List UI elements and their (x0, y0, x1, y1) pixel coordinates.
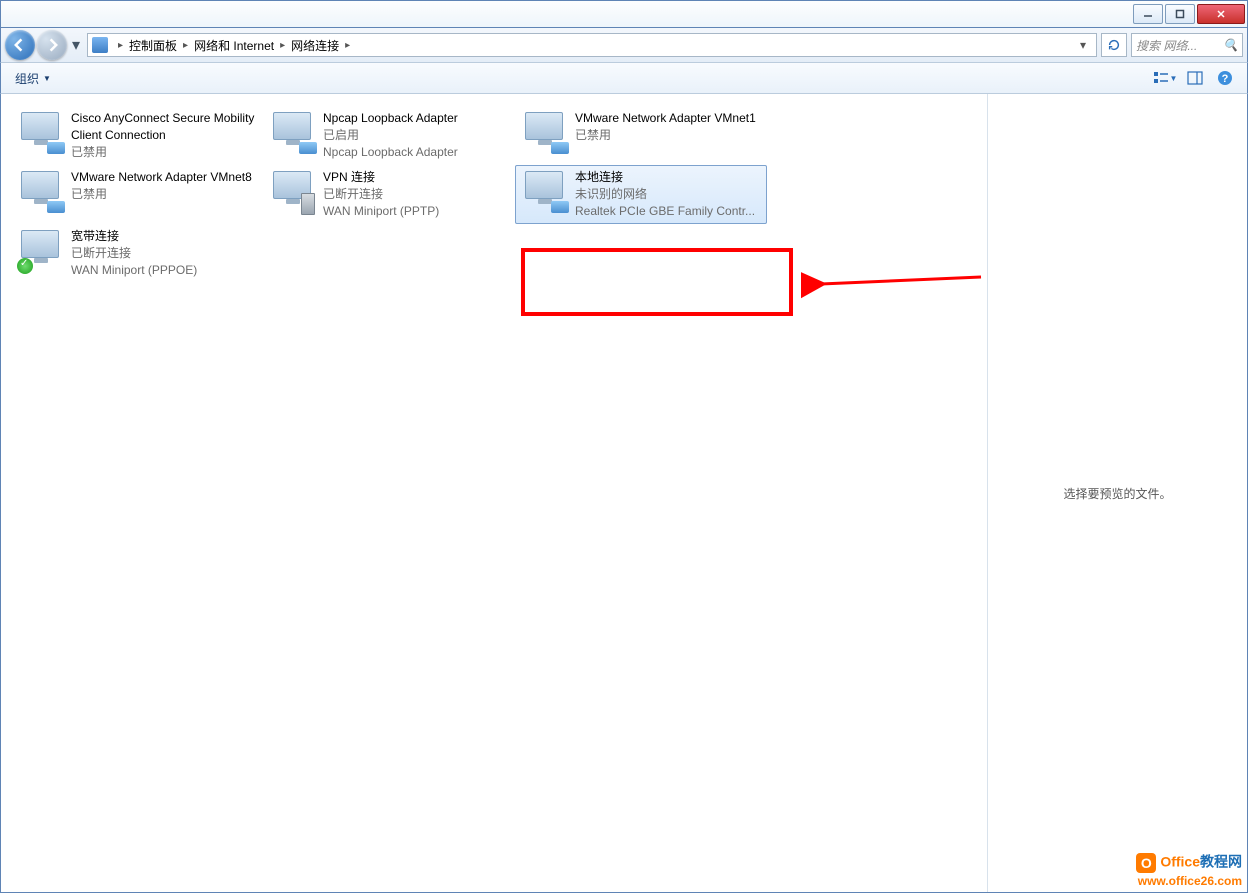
chevron-right-icon: ▸ (112, 40, 129, 51)
connection-item[interactable]: VPN 连接 已断开连接 WAN Miniport (PPTP) (263, 165, 515, 224)
chevron-right-icon: ▸ (274, 40, 291, 51)
connection-title: 本地连接 (575, 169, 755, 186)
connection-status: 已禁用 (71, 186, 252, 203)
network-icon (92, 37, 108, 53)
connection-title: 宽带连接 (71, 228, 197, 245)
breadcrumb-item[interactable]: 网络连接 (291, 37, 339, 54)
connection-status: 已断开连接 (323, 186, 439, 203)
connection-title: Npcap Loopback Adapter (323, 110, 458, 127)
connection-status: 已断开连接 (71, 245, 197, 262)
search-input[interactable]: 搜索 网络... 🔍 (1131, 33, 1243, 57)
nav-history-dropdown[interactable]: ▾ (69, 30, 83, 60)
connection-item[interactable]: 宽带连接 已断开连接 WAN Miniport (PPPOE) (11, 224, 263, 283)
content-pane[interactable]: Cisco AnyConnect Secure Mobility Client … (1, 94, 987, 892)
chevron-right-icon: ▸ (177, 40, 194, 51)
connection-title: VMware Network Adapter VMnet8 (71, 169, 252, 186)
connection-item[interactable]: Cisco AnyConnect Secure Mobility Client … (11, 106, 263, 165)
connection-icon (269, 169, 317, 217)
connection-item[interactable]: Npcap Loopback Adapter 已启用 Npcap Loopbac… (263, 106, 515, 165)
close-button[interactable] (1197, 4, 1245, 24)
preview-empty-text: 选择要预览的文件。 (1063, 485, 1171, 502)
breadcrumb-item[interactable]: 网络和 Internet (194, 37, 274, 54)
help-button[interactable]: ? (1211, 67, 1239, 89)
toolbar: 组织 ▼ ▼ ? (0, 62, 1248, 94)
connection-status: 已启用 (323, 127, 458, 144)
connection-icon (521, 169, 569, 217)
connection-device: WAN Miniport (PPTP) (323, 203, 439, 220)
search-placeholder: 搜索 网络... (1136, 37, 1197, 54)
connection-title: VPN 连接 (323, 169, 439, 186)
svg-text:?: ? (1222, 73, 1229, 85)
connection-icon (17, 228, 65, 276)
connection-item[interactable]: 本地连接 未识别的网络 Realtek PCIe GBE Family Cont… (515, 165, 767, 224)
connection-item[interactable]: VMware Network Adapter VMnet1 已禁用 (515, 106, 767, 165)
connection-icon (269, 110, 317, 158)
back-button[interactable] (5, 30, 35, 60)
breadcrumb[interactable]: ▸ 控制面板 ▸ 网络和 Internet ▸ 网络连接 ▸ ▾ (87, 33, 1097, 57)
chevron-down-icon: ▼ (43, 74, 51, 83)
view-options-button[interactable]: ▼ (1151, 67, 1179, 89)
connection-title: VMware Network Adapter VMnet1 (575, 110, 756, 127)
minimize-button[interactable] (1133, 4, 1163, 24)
chevron-down-icon: ▼ (1170, 74, 1178, 83)
connection-status: 已禁用 (575, 127, 756, 144)
search-icon: 🔍 (1223, 38, 1238, 52)
connection-title: Cisco AnyConnect Secure Mobility Client … (71, 110, 257, 144)
breadcrumb-dropdown[interactable]: ▾ (1074, 38, 1092, 52)
preview-pane: 选择要预览的文件。 (987, 94, 1247, 892)
address-bar-row: ▾ ▸ 控制面板 ▸ 网络和 Internet ▸ 网络连接 ▸ ▾ 搜索 网络… (0, 28, 1248, 62)
connection-status: 已禁用 (71, 144, 257, 161)
refresh-button[interactable] (1101, 33, 1127, 57)
connection-icon (521, 110, 569, 158)
main-area: Cisco AnyConnect Secure Mobility Client … (0, 94, 1248, 893)
preview-pane-button[interactable] (1181, 67, 1209, 89)
chevron-right-icon: ▸ (339, 40, 356, 51)
organize-label: 组织 (15, 70, 39, 87)
connection-status: 未识别的网络 (575, 186, 755, 203)
connection-device: Realtek PCIe GBE Family Contr... (575, 203, 755, 220)
connection-item[interactable]: VMware Network Adapter VMnet8 已禁用 (11, 165, 263, 224)
breadcrumb-item[interactable]: 控制面板 (129, 37, 177, 54)
forward-button[interactable] (37, 30, 67, 60)
connection-device: WAN Miniport (PPPOE) (71, 262, 197, 279)
window-titlebar (0, 0, 1248, 28)
organize-button[interactable]: 组织 ▼ (9, 68, 57, 89)
maximize-button[interactable] (1165, 4, 1195, 24)
connection-icon (17, 110, 65, 158)
connection-icon (17, 169, 65, 217)
connection-device: Npcap Loopback Adapter (323, 144, 458, 161)
